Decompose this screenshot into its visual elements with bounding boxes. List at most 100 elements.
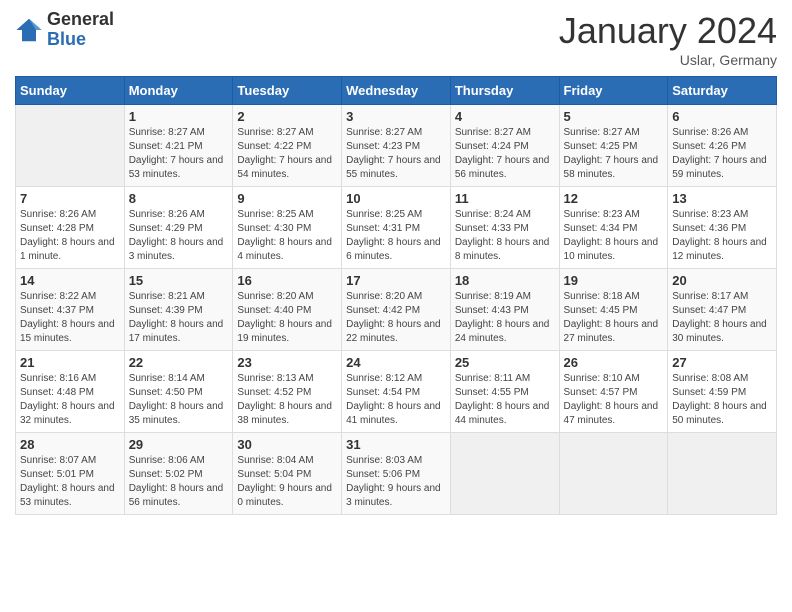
day-number: 26 [564, 355, 664, 370]
calendar-cell: 16 Sunrise: 8:20 AM Sunset: 4:40 PM Dayli… [233, 269, 342, 351]
calendar-cell: 17 Sunrise: 8:20 AM Sunset: 4:42 PM Dayli… [342, 269, 451, 351]
calendar-cell: 4Sunrise: 8:27 AM Sunset: 4:24 PM Daylig… [450, 105, 559, 187]
day-number: 10 [346, 191, 446, 206]
weekday-header-sunday: Sunday [16, 77, 125, 105]
logo-text: General Blue [47, 10, 114, 50]
calendar-cell: 10Sunrise: 8:25 AM Sunset: 4:31 PM Dayli… [342, 187, 451, 269]
day-number: 11 [455, 191, 555, 206]
page-header: General Blue January 2024 Uslar, Germany [15, 10, 777, 68]
day-info: Sunrise: 8:11 AM Sunset: 4:55 PM Dayligh… [455, 372, 555, 428]
day-info: Sunrise: 8:26 AM Sunset: 4:28 PM Dayligh… [20, 208, 120, 264]
calendar-cell [668, 433, 777, 515]
day-number: 22 [129, 355, 229, 370]
day-number: 2 [237, 109, 337, 124]
day-number: 1 [129, 109, 229, 124]
day-info: Sunrise: 8:27 AM Sunset: 4:23 PM Dayligh… [346, 126, 446, 182]
calendar-cell: 14 Sunrise: 8:22 AM Sunset: 4:37 PM Dayli… [16, 269, 125, 351]
day-info: Sunrise: 8:06 AM Sunset: 5:02 PM Dayligh… [129, 454, 229, 510]
day-number: 17 [346, 273, 446, 288]
day-info: Sunrise: 8:13 AM Sunset: 4:52 PM Dayligh… [237, 372, 337, 428]
weekday-header-row: SundayMondayTuesdayWednesdayThursdayFrid… [16, 77, 777, 105]
day-number: 18 [455, 273, 555, 288]
weekday-header-tuesday: Tuesday [233, 77, 342, 105]
calendar-cell: 30 Sunrise: 8:04 AM Sunset: 5:04 PM Dayli… [233, 433, 342, 515]
calendar-cell: 18 Sunrise: 8:19 AM Sunset: 4:43 PM Dayli… [450, 269, 559, 351]
calendar-cell: 22 Sunrise: 8:14 AM Sunset: 4:50 PM Dayli… [124, 351, 233, 433]
day-info: Sunrise: 8:23 AM Sunset: 4:34 PM Dayligh… [564, 208, 664, 264]
day-info: Sunrise: 8:04 AM Sunset: 5:04 PM Dayligh… [237, 454, 337, 510]
logo-icon [15, 16, 43, 44]
logo-blue-text: Blue [47, 30, 114, 50]
day-info: Sunrise: 8:21 AM Sunset: 4:39 PM Dayligh… [129, 290, 229, 346]
calendar-cell: 26Sunrise: 8:10 AM Sunset: 4:57 PM Dayli… [559, 351, 668, 433]
day-number: 21 [20, 355, 120, 370]
day-number: 23 [237, 355, 337, 370]
day-info: Sunrise: 8:27 AM Sunset: 4:22 PM Dayligh… [237, 126, 337, 182]
day-number: 15 [129, 273, 229, 288]
day-info: Sunrise: 8:20 AM Sunset: 4:40 PM Dayligh… [237, 290, 337, 346]
calendar-cell: 2 Sunrise: 8:27 AM Sunset: 4:22 PM Daylig… [233, 105, 342, 187]
calendar-cell: 15 Sunrise: 8:21 AM Sunset: 4:39 PM Dayli… [124, 269, 233, 351]
day-info: Sunrise: 8:20 AM Sunset: 4:42 PM Dayligh… [346, 290, 446, 346]
calendar-cell [559, 433, 668, 515]
day-number: 3 [346, 109, 446, 124]
title-block: January 2024 Uslar, Germany [559, 10, 777, 68]
day-number: 29 [129, 437, 229, 452]
day-number: 7 [20, 191, 120, 206]
day-info: Sunrise: 8:27 AM Sunset: 4:24 PM Dayligh… [455, 126, 555, 182]
day-info: Sunrise: 8:14 AM Sunset: 4:50 PM Dayligh… [129, 372, 229, 428]
weekday-header-monday: Monday [124, 77, 233, 105]
weekday-header-friday: Friday [559, 77, 668, 105]
calendar-cell: 31 Sunrise: 8:03 AM Sunset: 5:06 PM Dayli… [342, 433, 451, 515]
day-info: Sunrise: 8:27 AM Sunset: 4:21 PM Dayligh… [129, 126, 229, 182]
day-number: 14 [20, 273, 120, 288]
day-number: 13 [672, 191, 772, 206]
day-info: Sunrise: 8:08 AM Sunset: 4:59 PM Dayligh… [672, 372, 772, 428]
day-number: 25 [455, 355, 555, 370]
calendar-cell: 3 Sunrise: 8:27 AM Sunset: 4:23 PM Daylig… [342, 105, 451, 187]
weekday-header-wednesday: Wednesday [342, 77, 451, 105]
day-number: 16 [237, 273, 337, 288]
calendar-cell: 1 Sunrise: 8:27 AM Sunset: 4:21 PM Daylig… [124, 105, 233, 187]
calendar-cell: 24 Sunrise: 8:12 AM Sunset: 4:54 PM Dayli… [342, 351, 451, 433]
calendar-cell: 13 Sunrise: 8:23 AM Sunset: 4:36 PM Dayli… [668, 187, 777, 269]
calendar-cell: 27 Sunrise: 8:08 AM Sunset: 4:59 PM Dayli… [668, 351, 777, 433]
calendar-cell: 29 Sunrise: 8:06 AM Sunset: 5:02 PM Dayli… [124, 433, 233, 515]
day-number: 6 [672, 109, 772, 124]
calendar-cell: 8Sunrise: 8:26 AM Sunset: 4:29 PM Daylig… [124, 187, 233, 269]
calendar-cell: 9 Sunrise: 8:25 AM Sunset: 4:30 PM Daylig… [233, 187, 342, 269]
day-number: 12 [564, 191, 664, 206]
calendar-cell [450, 433, 559, 515]
day-number: 30 [237, 437, 337, 452]
day-number: 9 [237, 191, 337, 206]
day-info: Sunrise: 8:12 AM Sunset: 4:54 PM Dayligh… [346, 372, 446, 428]
day-info: Sunrise: 8:19 AM Sunset: 4:43 PM Dayligh… [455, 290, 555, 346]
calendar-cell: 20Sunrise: 8:17 AM Sunset: 4:47 PM Dayli… [668, 269, 777, 351]
day-info: Sunrise: 8:18 AM Sunset: 4:45 PM Dayligh… [564, 290, 664, 346]
weekday-header-thursday: Thursday [450, 77, 559, 105]
calendar-week-row: 14 Sunrise: 8:22 AM Sunset: 4:37 PM Dayli… [16, 269, 777, 351]
calendar-table: SundayMondayTuesdayWednesdayThursdayFrid… [15, 76, 777, 515]
day-number: 24 [346, 355, 446, 370]
calendar-cell: 11 Sunrise: 8:24 AM Sunset: 4:33 PM Dayli… [450, 187, 559, 269]
day-number: 27 [672, 355, 772, 370]
calendar-cell: 7 Sunrise: 8:26 AM Sunset: 4:28 PM Daylig… [16, 187, 125, 269]
day-info: Sunrise: 8:03 AM Sunset: 5:06 PM Dayligh… [346, 454, 446, 510]
day-number: 19 [564, 273, 664, 288]
day-info: Sunrise: 8:25 AM Sunset: 4:30 PM Dayligh… [237, 208, 337, 264]
calendar-week-row: 21 Sunrise: 8:16 AM Sunset: 4:48 PM Dayli… [16, 351, 777, 433]
day-number: 31 [346, 437, 446, 452]
calendar-week-row: 1 Sunrise: 8:27 AM Sunset: 4:21 PM Daylig… [16, 105, 777, 187]
logo: General Blue [15, 10, 114, 50]
calendar-cell: 5Sunrise: 8:27 AM Sunset: 4:25 PM Daylig… [559, 105, 668, 187]
day-info: Sunrise: 8:26 AM Sunset: 4:26 PM Dayligh… [672, 126, 772, 182]
calendar-subtitle: Uslar, Germany [559, 52, 777, 68]
day-info: Sunrise: 8:24 AM Sunset: 4:33 PM Dayligh… [455, 208, 555, 264]
day-number: 20 [672, 273, 772, 288]
calendar-cell: 21 Sunrise: 8:16 AM Sunset: 4:48 PM Dayli… [16, 351, 125, 433]
day-info: Sunrise: 8:22 AM Sunset: 4:37 PM Dayligh… [20, 290, 120, 346]
day-info: Sunrise: 8:16 AM Sunset: 4:48 PM Dayligh… [20, 372, 120, 428]
day-info: Sunrise: 8:23 AM Sunset: 4:36 PM Dayligh… [672, 208, 772, 264]
calendar-cell: 19 Sunrise: 8:18 AM Sunset: 4:45 PM Dayli… [559, 269, 668, 351]
calendar-title: January 2024 [559, 10, 777, 52]
